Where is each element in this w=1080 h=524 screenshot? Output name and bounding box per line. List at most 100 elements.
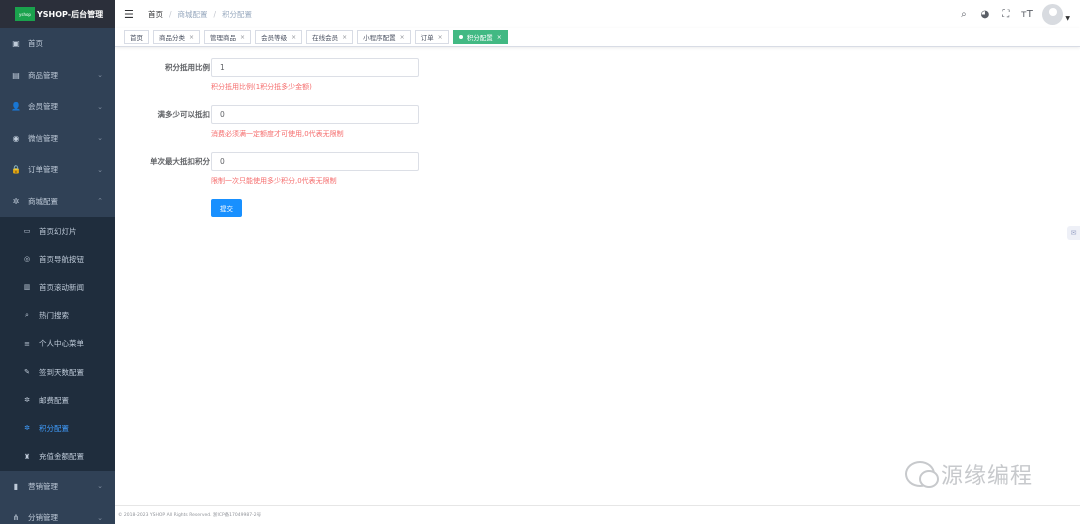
breadcrumb-item: 积分配置 bbox=[222, 9, 253, 19]
gear-icon: ✲ bbox=[24, 424, 30, 433]
sidebar-item-label: 首页导航按钮 bbox=[39, 254, 84, 264]
tag-label: 积分配置 bbox=[466, 34, 493, 42]
sidebar-item-label: 首页滚动新闻 bbox=[39, 282, 84, 292]
tag-label: 管理商品 bbox=[210, 34, 237, 42]
hamburger-icon[interactable]: ☰ bbox=[124, 8, 134, 21]
sidebar: yshop YSHOP-后台管理 ▣ 首页 ▤ 商品管理 ⌄ 👤 会员管理 ⌄ … bbox=[0, 0, 115, 524]
tag-label: 商品分类 bbox=[159, 34, 185, 42]
tag-member-level[interactable]: 会员等级 × bbox=[255, 30, 303, 44]
tag-label: 会员等级 bbox=[261, 34, 288, 42]
caret-down-icon[interactable]: ▼ bbox=[1065, 15, 1070, 22]
menu-icon: ≡ bbox=[24, 339, 30, 348]
sidebar-item-label: 邮费配置 bbox=[39, 395, 69, 405]
sidebar-item-label: 订单管理 bbox=[28, 165, 58, 175]
news-icon: ▥ bbox=[23, 283, 31, 292]
max-points-hint: 限制一次只能使用多少积分,0代表无限制 bbox=[211, 177, 337, 185]
sidebar-item-home-nav-buttons[interactable]: ◎ 首页导航按钮 bbox=[0, 245, 115, 273]
sidebar-item-wechat[interactable]: ◉ 微信管理 ⌄ bbox=[0, 123, 115, 155]
font-size-icon[interactable]: ᴛT bbox=[1016, 9, 1037, 20]
logo[interactable]: yshop YSHOP-后台管理 bbox=[0, 0, 115, 28]
sidebar-item-home-news[interactable]: ▥ 首页滚动新闻 bbox=[0, 273, 115, 301]
share-icon: ⋔ bbox=[12, 513, 20, 523]
close-icon[interactable]: × bbox=[497, 34, 502, 41]
tags-view: 首页 商品分类 × 管理商品 × 会员等级 × 在线会员 × 小程序配置 × 订… bbox=[115, 28, 1080, 47]
wechat-logo-icon bbox=[905, 461, 939, 488]
avatar-silhouette bbox=[1048, 8, 1057, 16]
sidebar-item-home[interactable]: ▣ 首页 bbox=[0, 28, 115, 60]
points-ratio-label: 积分抵用比例 bbox=[165, 63, 210, 72]
sidebar-item-label: 营销管理 bbox=[28, 481, 58, 491]
points-ratio-hint: 积分抵用比例(1积分抵多少金额) bbox=[211, 83, 312, 91]
sidebar-item-label: 商城配置 bbox=[28, 196, 58, 206]
dashboard-icon: ▣ bbox=[12, 39, 20, 49]
chart-icon: ▮ bbox=[13, 481, 19, 491]
sidebar-item-label: 会员管理 bbox=[28, 102, 58, 112]
sidebar-item-label: 签到天数配置 bbox=[39, 367, 84, 377]
points-ratio-input[interactable]: 1 bbox=[211, 58, 419, 77]
sidebar-item-signin-days[interactable]: ✎ 签到天数配置 bbox=[0, 358, 115, 386]
active-dot bbox=[458, 35, 463, 39]
sidebar-item-products[interactable]: ▤ 商品管理 ⌄ bbox=[0, 60, 115, 92]
chevron-down-icon: ⌄ bbox=[97, 513, 103, 522]
sidebar-item-points-config[interactable]: ✲ 积分配置 bbox=[0, 414, 115, 442]
tag-manage-products[interactable]: 管理商品 × bbox=[204, 30, 252, 44]
breadcrumb-separator: / bbox=[169, 9, 172, 19]
avatar[interactable] bbox=[1042, 3, 1064, 25]
footer-text: © 2018-2023 YSHOP All Rights Reserved. 浙… bbox=[118, 513, 262, 518]
sidebar-item-marketing[interactable]: ▮ 营销管理 ⌄ bbox=[0, 471, 115, 503]
sidebar-item-label: 商品管理 bbox=[28, 70, 58, 80]
tag-product-category[interactable]: 商品分类 × bbox=[153, 30, 201, 44]
widget-icon: ✉ bbox=[1070, 229, 1077, 237]
submenu-shop-config: ▭ 首页幻灯片 ◎ 首页导航按钮 ▥ 首页滚动新闻 ⌕ 热门搜索 ≡ 个人中心菜… bbox=[0, 217, 115, 471]
sidebar-item-shop-config[interactable]: ✲ 商城配置 ⌃ bbox=[0, 186, 115, 218]
breadcrumb-separator: / bbox=[213, 9, 217, 19]
sidebar-item-label: 个人中心菜单 bbox=[39, 339, 84, 349]
close-icon[interactable]: × bbox=[438, 34, 443, 41]
min-spend-label: 满多少可以抵扣 bbox=[157, 110, 211, 119]
sidebar-item-recharge[interactable]: ♜ 充值金额配置 bbox=[0, 443, 115, 471]
tag-online-members[interactable]: 在线会员 × bbox=[306, 30, 354, 44]
search-icon[interactable]: ⌕ bbox=[953, 9, 974, 20]
github-icon[interactable]: ◕ bbox=[974, 9, 995, 20]
edit-icon: ✎ bbox=[24, 368, 30, 377]
sidebar-item-label: 热门搜索 bbox=[39, 311, 69, 321]
fullscreen-icon[interactable]: ⛶ bbox=[995, 9, 1016, 20]
max-points-input[interactable]: 0 bbox=[211, 152, 419, 171]
submit-button[interactable]: 提交 bbox=[211, 199, 242, 217]
logo-mark: yshop bbox=[15, 7, 35, 21]
min-spend-input[interactable]: 0 bbox=[211, 105, 419, 124]
breadcrumb-item[interactable]: 首页 bbox=[148, 9, 163, 20]
watermark: 源缘编程 bbox=[905, 458, 1033, 490]
gear-icon: ✲ bbox=[24, 396, 30, 405]
tag-points-config[interactable]: 积分配置 × bbox=[452, 30, 508, 44]
navbar: ☰ 首页 / 商城配置 / 积分配置 ⌕ ◕ ⛶ ᴛT ▼ bbox=[115, 0, 1080, 28]
lock-icon: 🔒 bbox=[11, 165, 21, 175]
money-bag-icon: ♜ bbox=[23, 452, 31, 461]
sidebar-item-label: 积分配置 bbox=[39, 423, 69, 433]
sidebar-item-label: 充值金额配置 bbox=[39, 452, 84, 462]
chevron-down-icon: ⌄ bbox=[97, 165, 103, 174]
close-icon[interactable]: × bbox=[291, 34, 296, 41]
sidebar-item-postage[interactable]: ✲ 邮费配置 bbox=[0, 386, 115, 414]
sidebar-item-orders[interactable]: 🔒 订单管理 ⌄ bbox=[0, 154, 115, 186]
sidebar-item-user-center-menu[interactable]: ≡ 个人中心菜单 bbox=[0, 330, 115, 358]
breadcrumb-item: 商城配置 bbox=[177, 9, 208, 19]
slide-icon: ▭ bbox=[23, 227, 31, 236]
tag-home[interactable]: 首页 bbox=[124, 30, 149, 44]
sidebar-item-members[interactable]: 👤 会员管理 ⌄ bbox=[0, 91, 115, 123]
close-icon[interactable]: × bbox=[189, 34, 194, 41]
sidebar-item-distribution[interactable]: ⋔ 分销管理 ⌄ bbox=[0, 502, 115, 524]
close-icon[interactable]: × bbox=[342, 34, 347, 41]
side-widget[interactable]: ✉ bbox=[1067, 226, 1080, 240]
sidebar-item-home-slides[interactable]: ▭ 首页幻灯片 bbox=[0, 217, 115, 245]
chevron-down-icon: ⌄ bbox=[97, 71, 103, 80]
tag-orders[interactable]: 订单 × bbox=[414, 30, 449, 44]
logo-title: YSHOP-后台管理 bbox=[37, 9, 104, 19]
close-icon[interactable]: × bbox=[400, 34, 405, 41]
sidebar-item-label: 首页幻灯片 bbox=[39, 226, 77, 236]
footer: © 2018-2023 YSHOP All Rights Reserved. 浙… bbox=[115, 505, 1080, 524]
close-icon[interactable]: × bbox=[240, 34, 245, 41]
sidebar-item-hot-search[interactable]: ⌕ 热门搜索 bbox=[0, 302, 115, 330]
navbar-right: ⌕ ◕ ⛶ ᴛT ▼ bbox=[953, 0, 1080, 28]
tag-miniprogram-config[interactable]: 小程序配置 × bbox=[357, 30, 411, 44]
